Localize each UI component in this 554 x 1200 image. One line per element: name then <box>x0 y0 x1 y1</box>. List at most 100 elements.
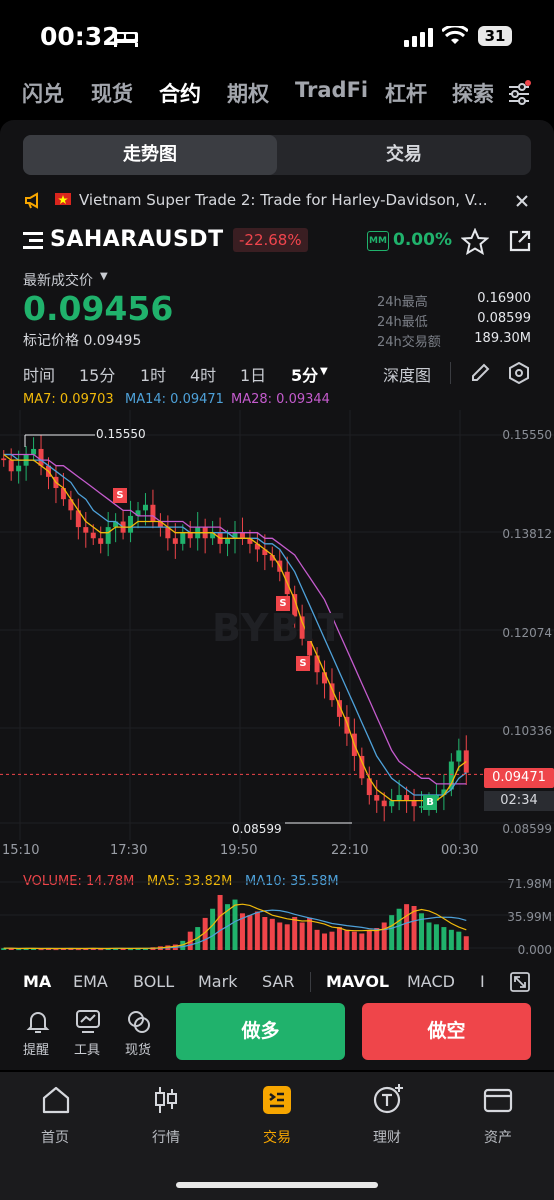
wifi-icon <box>442 26 468 44</box>
announcement-text[interactable]: Vietnam Super Trade 2: Trade for Harley-… <box>79 191 487 217</box>
candle-body <box>374 795 380 801</box>
volume-bar <box>426 922 432 950</box>
tab-markets[interactable]: 行情 <box>126 1127 206 1147</box>
indicator-boll[interactable]: BOLL <box>133 972 174 991</box>
tf-5m[interactable]: 5分 <box>291 362 318 386</box>
candle-body <box>359 755 365 779</box>
volume-bar <box>329 931 335 950</box>
volume-bar <box>314 929 320 950</box>
tools-chart-icon[interactable] <box>75 1009 101 1035</box>
candle-body <box>142 504 148 511</box>
volume-bar <box>389 915 395 950</box>
trade-icon[interactable] <box>262 1085 292 1115</box>
vietnam-flag-icon <box>55 193 71 205</box>
dropdown-arrow-icon[interactable]: ▼ <box>100 271 108 282</box>
settings-sliders-icon[interactable] <box>506 80 532 106</box>
indicator-mark[interactable]: Mark <box>198 972 237 991</box>
volume-chart[interactable] <box>0 880 554 952</box>
star-icon[interactable] <box>461 228 489 256</box>
symbol-name[interactable]: SAHARAUSDT <box>50 227 224 252</box>
volume-bar <box>277 922 283 950</box>
volume-bar <box>359 933 365 950</box>
close-icon[interactable] <box>514 193 530 209</box>
sell-marker[interactable]: S <box>276 596 290 611</box>
buy-marker[interactable]: B <box>423 795 437 810</box>
candle-body <box>172 538 178 544</box>
share-icon[interactable] <box>507 228 533 254</box>
candle-body <box>381 800 387 807</box>
tab-trade[interactable]: 交易 <box>277 135 531 175</box>
long-button[interactable]: 做多 <box>176 1003 345 1060</box>
tools-label[interactable]: 工具 <box>74 1039 100 1058</box>
tab-trade[interactable]: 交易 <box>237 1127 317 1147</box>
low-value: 0.08599 <box>477 311 531 326</box>
sleep-bed-icon <box>114 32 138 47</box>
nav-spot[interactable]: 现货 <box>91 78 133 108</box>
indicator-ema[interactable]: EMA <box>73 972 108 991</box>
tf-1h[interactable]: 1时 <box>140 362 166 386</box>
indicator-sar[interactable]: SAR <box>262 972 295 991</box>
volume-bar <box>53 949 59 951</box>
tf-time[interactable]: 时间 <box>23 362 55 386</box>
indicator-more[interactable]: I <box>480 972 485 991</box>
earn-icon[interactable] <box>372 1083 404 1115</box>
spot-swap-icon[interactable] <box>126 1009 152 1035</box>
candle-body <box>98 538 104 544</box>
volume-bar <box>292 916 298 950</box>
sell-marker[interactable]: S <box>113 488 127 503</box>
high-label: 24h最高 <box>377 295 428 310</box>
volume-bar <box>262 916 268 950</box>
nav-tradfi[interactable]: TradFi <box>295 78 368 102</box>
indicator-macd[interactable]: MACD <box>407 972 455 991</box>
alert-label[interactable]: 提醒 <box>23 1039 49 1058</box>
hexagon-settings-icon[interactable] <box>508 362 530 384</box>
nav-swap[interactable]: 闪兑 <box>22 78 64 108</box>
markets-candle-icon[interactable] <box>151 1085 181 1115</box>
ma28-label: MA28: 0.09344 <box>231 392 330 407</box>
pencil-icon[interactable] <box>469 362 491 384</box>
y-tick: 0.10336 <box>502 724 552 738</box>
bell-icon[interactable] <box>26 1009 50 1035</box>
depth-chart-tab[interactable]: 深度图 <box>383 362 431 386</box>
candle-body <box>404 795 410 801</box>
low-label: 24h最低 <box>377 315 428 330</box>
wallet-icon[interactable] <box>483 1085 513 1115</box>
y-tick: 0.12074 <box>502 626 552 640</box>
tab-home[interactable]: 首页 <box>15 1127 95 1147</box>
nav-explore[interactable]: 探索 <box>452 78 494 108</box>
tf-dropdown-icon[interactable]: ▼ <box>320 366 328 377</box>
spot-label[interactable]: 现货 <box>125 1039 151 1058</box>
nav-options[interactable]: 期权 <box>227 78 269 108</box>
vol-y-tick: 71.98M <box>507 877 552 891</box>
x-tick: 17:30 <box>110 843 148 858</box>
indicator-ma[interactable]: MA <box>23 972 51 991</box>
volume-bar <box>254 911 260 950</box>
tab-earn[interactable]: 理财 <box>347 1127 427 1147</box>
mark-price-row: 标记价格 0.09495 <box>23 330 141 350</box>
tf-15m[interactable]: 15分 <box>79 362 115 386</box>
candle-body <box>396 795 402 801</box>
battery-icon: 31 <box>478 26 512 46</box>
high-marker: 0.15550 <box>96 427 146 441</box>
home-icon[interactable] <box>41 1085 71 1115</box>
volume-bar <box>463 936 469 950</box>
candle-body <box>225 538 231 544</box>
volume-bar <box>433 924 439 950</box>
tf-4h[interactable]: 4时 <box>190 362 216 386</box>
short-button[interactable]: 做空 <box>362 1003 531 1060</box>
last-price-label[interactable]: 最新成交价 <box>23 270 93 290</box>
nav-margin[interactable]: 杠杆 <box>385 78 427 108</box>
fullscreen-icon[interactable] <box>510 972 530 992</box>
candle-body <box>16 465 22 472</box>
indicator-mavol[interactable]: MAVOL <box>326 972 389 991</box>
nav-contract[interactable]: 合约 <box>159 78 201 108</box>
sell-marker[interactable]: S <box>296 656 310 671</box>
volume-bar <box>374 927 380 950</box>
volume-bar <box>307 917 313 950</box>
volume-bar <box>75 949 81 951</box>
candle-body <box>180 532 186 544</box>
tab-chart[interactable]: 走势图 <box>23 135 277 175</box>
tf-1d[interactable]: 1日 <box>240 362 266 386</box>
tab-assets[interactable]: 资产 <box>458 1127 538 1147</box>
menu-lines-icon[interactable] <box>23 230 45 252</box>
